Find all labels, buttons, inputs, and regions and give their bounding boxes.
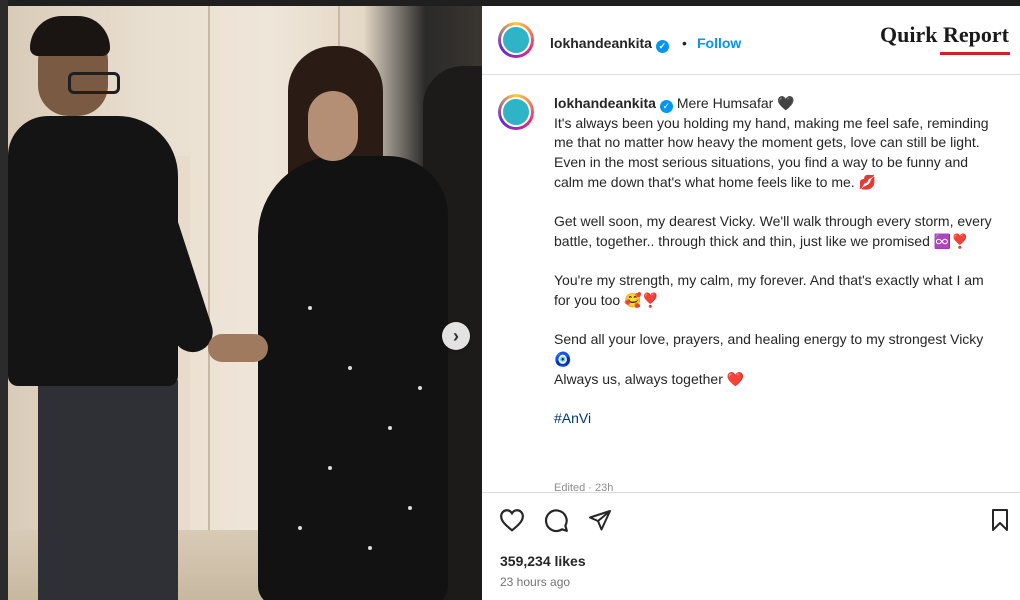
watermark-logo: Quirk Report [880,22,1009,47]
actions-divider [482,492,1020,493]
dress-sparkle [388,426,392,430]
man-legs [38,376,178,600]
comment-icon [545,509,568,533]
verified-badge-icon: ✓ [659,100,673,113]
chevron-right-icon: › [453,325,459,346]
watermark-underline [940,52,1010,55]
caption-paragraph: You're my strength, my calm, my forever.… [554,272,984,308]
dress-sparkle [348,366,352,370]
dress-sparkle [328,466,332,470]
avatar-image [501,25,531,55]
username-text[interactable]: lokhandeankita [550,35,652,51]
next-photo-button[interactable]: › [442,322,470,350]
post-photo [8,6,482,600]
separator-dot: • [682,35,687,51]
author-avatar[interactable] [498,22,534,58]
caption-title: Mere Humsafar 🖤 [676,95,795,111]
caption-paragraph: Always us, always together ❤️ [554,370,745,387]
caption-username[interactable]: lokhandeankita [554,95,656,111]
man-hair [30,16,110,56]
dress-sparkle [408,506,412,510]
post-side-panel: lokhandeankita ✓ • Follow Quirk Report lo… [482,6,1020,600]
post-caption: lokhandeankita ✓ Mere Humsafar 🖤 It's alw… [554,94,999,429]
hashtag-link[interactable]: #AnVi [554,410,591,426]
dress-sparkle [418,386,422,390]
save-button[interactable] [986,506,1014,534]
dress-sparkle [298,526,302,530]
comment-button[interactable] [542,506,570,534]
caption-paragraph: Send all your love, prayers, and healing… [554,331,984,368]
woman-face [308,91,358,161]
left-dark-strip [0,0,8,600]
like-button[interactable] [498,506,526,534]
share-button[interactable] [586,506,614,534]
edited-label: Edited · 23h [554,482,614,492]
dress-sparkle [368,546,372,550]
heart-icon [500,509,524,532]
man-glasses [68,72,120,94]
wall-panel-line [208,6,210,600]
follow-button[interactable]: Follow [697,35,741,51]
avatar-image [501,97,531,127]
post-header: lokhandeankita ✓ • Follow Quirk Report [482,6,1020,75]
dress-sparkle [308,306,312,310]
share-icon [589,510,611,531]
verified-badge-icon: ✓ [655,40,669,53]
woman-dress [258,156,448,600]
caption-avatar[interactable] [498,94,534,130]
bookmark-icon [992,509,1008,531]
post-timestamp[interactable]: 23 hours ago [500,575,570,589]
caption-paragraph: Get well soon, my dearest Vicky. We'll w… [554,213,992,249]
author-username[interactable]: lokhandeankita ✓ [550,35,669,53]
caption-paragraph: It's always been you holding my hand, ma… [554,114,989,190]
holding-hands [208,334,268,362]
likes-count[interactable]: 359,234 likes [500,553,586,569]
